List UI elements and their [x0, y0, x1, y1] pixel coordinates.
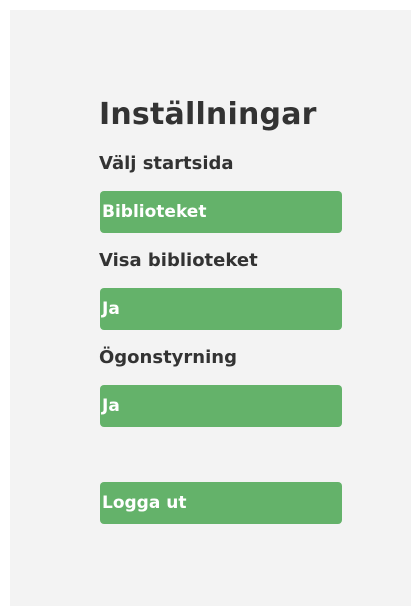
eye-tracking-toggle-button[interactable]: Ja — [100, 385, 342, 427]
start-page-label: Välj startsida — [99, 153, 234, 174]
show-library-toggle-button[interactable]: Ja — [100, 288, 342, 330]
settings-panel: Inställningar Välj startsida Biblioteket… — [10, 10, 411, 606]
eye-tracking-label: Ögonstyrning — [99, 347, 237, 368]
settings-title: Inställningar — [99, 97, 317, 132]
start-page-select-button[interactable]: Biblioteket — [100, 191, 342, 233]
show-library-label: Visa biblioteket — [99, 250, 258, 271]
logout-button[interactable]: Logga ut — [100, 482, 342, 524]
